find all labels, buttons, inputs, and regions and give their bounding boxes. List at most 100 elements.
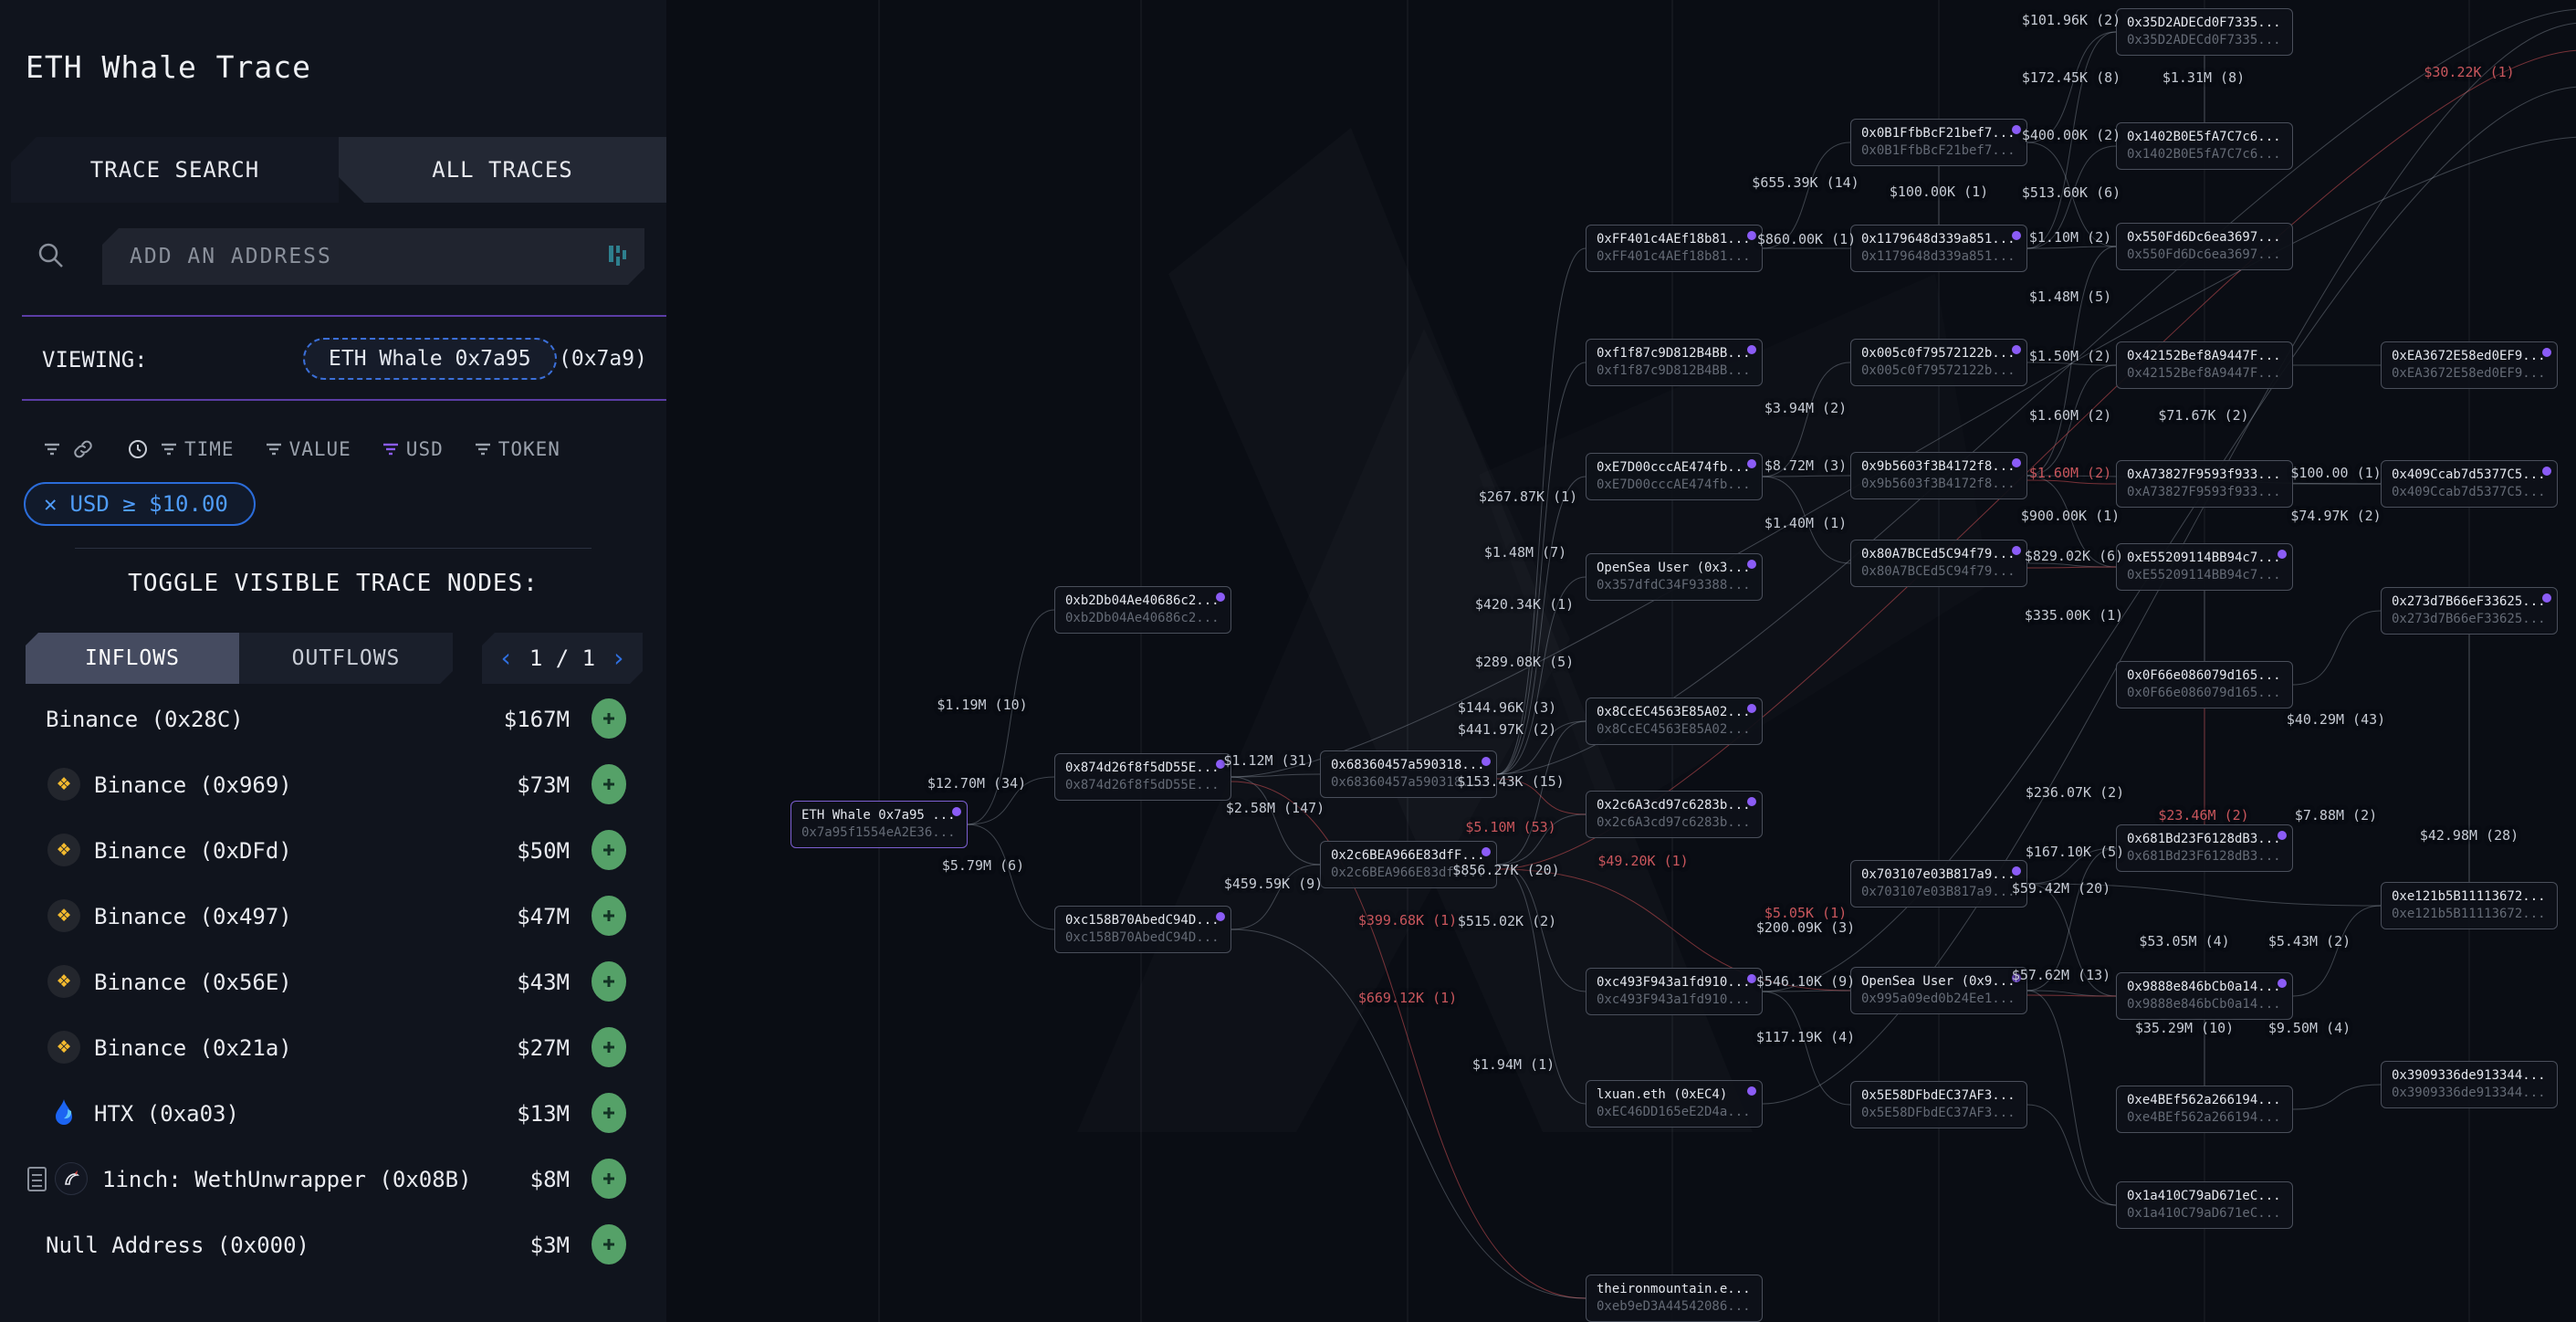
graph-node[interactable]: 0x35D2ADECd0F7335... 0x35D2ADECd0F7335... bbox=[2116, 8, 2293, 56]
prev-page-icon[interactable]: ‹ bbox=[498, 645, 514, 671]
list-item-label[interactable]: Binance (0x21a) bbox=[94, 1035, 292, 1061]
list-item-label[interactable]: Binance (0xDFd) bbox=[94, 838, 292, 864]
usd-filter-label[interactable]: USD bbox=[406, 438, 444, 460]
list-item-label[interactable]: Null Address (0x000) bbox=[46, 1233, 309, 1258]
node-address-sub: 0x80A7BCEd5C94f79... bbox=[1861, 564, 2016, 579]
edge-amount-label: $289.08K (5) bbox=[1474, 654, 1575, 670]
graph-node[interactable]: 0x874d26f8f5dD55E... 0x874d26f8f5dD55E... bbox=[1054, 753, 1231, 801]
address-search-input[interactable] bbox=[102, 228, 644, 285]
graph-node[interactable]: 0x005c0f79572122b... 0x005c0f79572122b... bbox=[1850, 339, 2027, 386]
time-filter-label[interactable]: TIME bbox=[184, 438, 235, 460]
token-filter-label[interactable]: TOKEN bbox=[498, 438, 560, 460]
filter-icon[interactable] bbox=[41, 439, 63, 459]
graph-node[interactable]: 0xEA3672E58ed0EF9... 0xEA3672E58ed0EF9... bbox=[2381, 341, 2558, 389]
list-item-label[interactable]: Binance (0x56E) bbox=[94, 970, 292, 995]
edge-amount-label: $172.45K (8) bbox=[2021, 69, 2121, 86]
value-filter-label[interactable]: VALUE bbox=[289, 438, 351, 460]
link-icon[interactable] bbox=[72, 438, 94, 460]
list-item: ❖ Binance (0xDFd) $50M bbox=[0, 818, 666, 884]
node-address: 0x42152Bef8A9447F... bbox=[2127, 349, 2281, 363]
graph-node[interactable]: 0xE55209114BB94c7... 0xE55209114BB94c7... bbox=[2116, 543, 2293, 591]
node-address: OpenSea User (0x9... bbox=[1861, 974, 2016, 989]
list-item: ❖ Binance (0x497) $47M bbox=[0, 884, 666, 950]
graph-node[interactable]: 0xFF401c4AEf18b81... 0xFF401c4AEf18b81... bbox=[1586, 225, 1763, 272]
list-item: HTX (0xa03) $13M bbox=[0, 1081, 666, 1147]
node-status-dot bbox=[1747, 231, 1756, 240]
node-status-dot bbox=[952, 807, 961, 816]
graph-node[interactable]: OpenSea User (0x9... 0x995a09ed0b24Ee1... bbox=[1850, 967, 2027, 1014]
viewing-address-pill[interactable]: ETH Whale 0x7a95 bbox=[303, 338, 557, 380]
graph-node[interactable]: 0x80A7BCEd5C94f79... 0x80A7BCEd5C94f79... bbox=[1850, 540, 2027, 587]
graph-node[interactable]: 0x2c6A3cd97c6283b... 0x2c6A3cd97c6283b... bbox=[1586, 791, 1763, 838]
node-status-dot bbox=[2542, 593, 2551, 603]
add-node-button[interactable] bbox=[592, 830, 626, 870]
list-item: ❖ Binance (0x56E) $43M bbox=[0, 950, 666, 1015]
search-row bbox=[0, 228, 666, 285]
graph-node[interactable]: 0x9b5603f3B4172f8... 0x9b5603f3B4172f8... bbox=[1850, 452, 2027, 499]
graph-node[interactable]: 0xf1f87c9D812B4BB... 0xf1f87c9D812B4BB... bbox=[1586, 339, 1763, 386]
graph-node[interactable]: 0x8CcEC4563E85A02... 0x8CcEC4563E85A02... bbox=[1586, 698, 1763, 745]
list-item-label[interactable]: Binance (0x497) bbox=[94, 904, 292, 929]
graph-node[interactable]: 0xA73827F9593f933... 0xA73827F9593f933... bbox=[2116, 460, 2293, 508]
add-node-button[interactable] bbox=[592, 896, 626, 936]
usd-threshold-chip[interactable]: ✕ USD ≥ $10.00 bbox=[24, 482, 256, 526]
list-item-label[interactable]: Binance (0x28C) bbox=[46, 707, 244, 732]
graph-node[interactable]: 0x1a410C79aD671eC... 0x1a410C79aD671eC... bbox=[2116, 1181, 2293, 1229]
graph-node[interactable]: 0x703107e03B817a9... 0x703107e03B817a9... bbox=[1850, 860, 2027, 908]
edge-amount-label: $167.10K (5) bbox=[2025, 844, 2125, 860]
graph-node[interactable]: OpenSea User (0x3... 0x357dfdC34F93388... bbox=[1586, 553, 1763, 601]
add-node-button[interactable] bbox=[592, 1224, 626, 1264]
outflows-tab[interactable]: OUTFLOWS bbox=[239, 633, 453, 684]
tab-trace-search[interactable]: TRACE SEARCH bbox=[11, 137, 339, 203]
graph-node[interactable]: ETH Whale 0x7a95 ... 0x7a95f1554eA2E36... bbox=[791, 801, 968, 848]
next-page-icon[interactable]: › bbox=[611, 645, 626, 671]
add-node-button[interactable] bbox=[592, 961, 626, 1002]
list-item: Binance (0x28C) $167M bbox=[0, 687, 666, 752]
node-status-dot bbox=[1482, 847, 1491, 856]
graph-node[interactable]: 0x1402B0E5fA7C7c6... 0x1402B0E5fA7C7c6... bbox=[2116, 122, 2293, 170]
graph-node[interactable]: 0xE7D00cccAE474fb... 0xE7D00cccAE474fb... bbox=[1586, 453, 1763, 500]
list-item-label[interactable]: Binance (0x969) bbox=[94, 772, 292, 798]
graph-node[interactable]: 0x273d7B66eF33625... 0x273d7B66eF33625... bbox=[2381, 587, 2558, 635]
list-item-amount: $43M bbox=[517, 970, 570, 995]
edge-amount-label: $1.48M (7) bbox=[1483, 544, 1567, 561]
graph-node[interactable]: theironmountain.e... 0xeb9eD3A44542086... bbox=[1586, 1275, 1763, 1322]
graph-node[interactable]: 0x3909336de913344... 0x3909336de913344... bbox=[2381, 1061, 2558, 1108]
graph-node[interactable]: 0x5E58DFbdEC37AF3... 0x5E58DFbdEC37AF3... bbox=[1850, 1081, 2027, 1128]
value-filter-icon[interactable] bbox=[263, 439, 285, 459]
graph-node[interactable]: 0x681Bd23F6128dB3... 0x681Bd23F6128dB3... bbox=[2116, 824, 2293, 872]
list-item-label[interactable]: HTX (0xa03) bbox=[94, 1101, 239, 1127]
token-filter-icon[interactable] bbox=[472, 439, 494, 459]
graph-node[interactable]: 0xc158B70AbedC94D... 0xc158B70AbedC94D... bbox=[1054, 906, 1231, 953]
graph-node[interactable]: 0x409Ccab7d5377C5... 0x409Ccab7d5377C5... bbox=[2381, 460, 2558, 508]
graph-node[interactable]: 0x0B1FfbBcF21bef7... 0x0B1FfbBcF21bef7... bbox=[1850, 119, 2027, 166]
graph-node[interactable]: 0x550Fd6Dc6ea3697... 0x550Fd6Dc6ea3697... bbox=[2116, 223, 2293, 270]
add-node-button[interactable] bbox=[592, 764, 626, 804]
inflows-tab[interactable]: INFLOWS bbox=[26, 633, 239, 684]
chip-close-icon[interactable]: ✕ bbox=[44, 491, 57, 517]
add-node-button[interactable] bbox=[592, 1159, 626, 1199]
sidebar: ETH Whale Trace TRACE SEARCH ALL TRACES … bbox=[0, 0, 666, 1322]
list-item-label[interactable]: 1inch: WethUnwrapper (0x08B) bbox=[102, 1167, 472, 1192]
node-address: 0x1a410C79aD671eC... bbox=[2127, 1189, 2281, 1203]
usd-filter-icon[interactable] bbox=[380, 439, 402, 459]
tab-all-traces[interactable]: ALL TRACES bbox=[339, 137, 666, 203]
node-status-dot bbox=[1747, 974, 1756, 983]
graph-node[interactable]: 0xe4BEf562a266194... 0xe4BEf562a266194... bbox=[2116, 1086, 2293, 1133]
graph-node[interactable]: lxuan.eth (0xEC4) 0xEC46DD165eE2D4a... bbox=[1586, 1080, 1763, 1128]
node-address: 0xc493F943a1fd910... bbox=[1597, 975, 1751, 990]
add-node-button[interactable] bbox=[592, 698, 626, 739]
edge-amount-label: $420.34K (1) bbox=[1474, 596, 1575, 613]
add-node-button[interactable] bbox=[592, 1093, 626, 1133]
paste-icon[interactable] bbox=[606, 244, 630, 269]
add-node-button[interactable] bbox=[592, 1027, 626, 1067]
graph-node[interactable]: 0xe121b5B11113672... 0xe121b5B11113672... bbox=[2381, 882, 2558, 929]
clock-icon[interactable] bbox=[127, 438, 149, 460]
time-filter-icon[interactable] bbox=[158, 439, 180, 459]
graph-node[interactable]: 0x42152Bef8A9447F... 0x42152Bef8A9447F... bbox=[2116, 341, 2293, 389]
graph-node[interactable]: 0x0F66e086079d165... 0x0F66e086079d165... bbox=[2116, 661, 2293, 708]
graph-node[interactable]: 0xb2Db04Ae40686c2... 0xb2Db04Ae40686c2... bbox=[1054, 586, 1231, 634]
graph-node[interactable]: 0x9888e846bCb0a14... 0x9888e846bCb0a14... bbox=[2116, 972, 2293, 1020]
graph-node[interactable]: 0xc493F943a1fd910... 0xc493F943a1fd910... bbox=[1586, 968, 1763, 1015]
graph-node[interactable]: 0x1179648d339a851... 0x1179648d339a851... bbox=[1850, 225, 2027, 272]
